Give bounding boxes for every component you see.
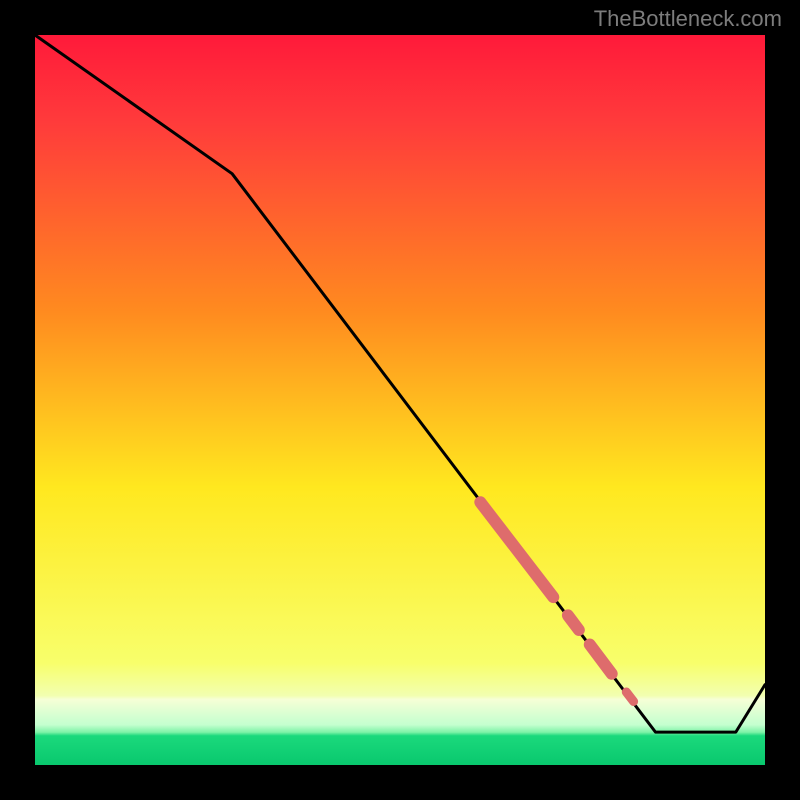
watermark-text: TheBottleneck.com <box>594 6 782 32</box>
chart-background <box>35 35 765 765</box>
highlight-segment <box>626 692 633 701</box>
chart-svg <box>35 35 765 765</box>
